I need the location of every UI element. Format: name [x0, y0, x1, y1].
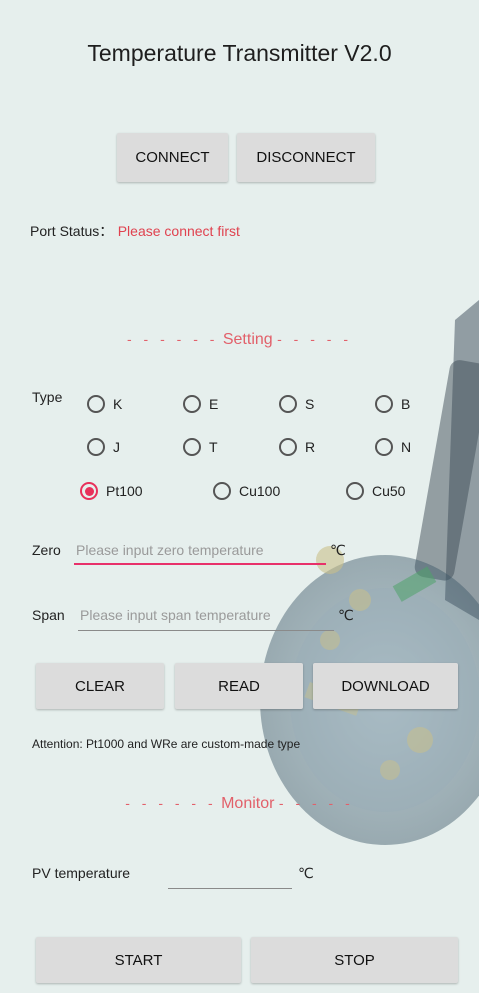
type-label: Type — [32, 389, 63, 405]
type-radio-cu50[interactable]: Cu50 — [346, 482, 405, 500]
port-status-value: Please connect first — [117, 223, 240, 239]
monitor-header-label: Monitor — [221, 795, 275, 812]
radio-circle — [279, 438, 297, 456]
type-radio-pt100[interactable]: Pt100 — [80, 482, 143, 500]
zero-input[interactable]: Please input zero temperature — [76, 542, 326, 558]
stop-button[interactable]: STOP — [251, 937, 458, 983]
type-radio-e[interactable]: E — [183, 395, 218, 413]
span-label: Span — [32, 607, 65, 623]
radio-label: B — [401, 396, 411, 412]
monitor-section-header: - - - - - - Monitor - - - - - — [0, 795, 479, 813]
pv-temperature-label: PV temperature — [32, 865, 131, 881]
start-button[interactable]: START — [36, 937, 241, 983]
type-radio-b[interactable]: B — [375, 395, 410, 413]
span-unit: ℃ — [338, 607, 354, 623]
divider: - - - - - — [278, 795, 354, 811]
radio-circle — [279, 395, 297, 413]
radio-circle — [183, 438, 201, 456]
radio-label: Pt100 — [106, 483, 143, 499]
radio-label: E — [209, 396, 219, 412]
type-radio-n[interactable]: N — [375, 438, 411, 456]
clear-button[interactable]: CLEAR — [36, 663, 164, 709]
type-radio-s[interactable]: S — [279, 395, 314, 413]
disconnect-button[interactable]: DISCONNECT — [237, 133, 375, 182]
type-radio-cu100[interactable]: Cu100 — [213, 482, 280, 500]
type-radio-t[interactable]: T — [183, 438, 218, 456]
radio-circle — [213, 482, 231, 500]
radio-circle — [346, 482, 364, 500]
radio-label: S — [305, 396, 315, 412]
radio-circle — [87, 395, 105, 413]
zero-label: Zero — [32, 542, 61, 558]
divider: - - - - - - — [126, 331, 219, 347]
download-button[interactable]: DOWNLOAD — [313, 663, 458, 709]
connect-button[interactable]: CONNECT — [117, 133, 228, 182]
radio-label: N — [401, 439, 412, 455]
radio-label: Cu50 — [372, 483, 406, 499]
radio-circle — [375, 395, 393, 413]
divider: - - - - - — [277, 331, 352, 347]
setting-header-label: Setting — [222, 331, 273, 348]
radio-label: R — [305, 439, 316, 455]
read-button[interactable]: READ — [175, 663, 303, 709]
radio-label: J — [113, 439, 120, 455]
radio-circle — [87, 438, 105, 456]
zero-unit: ℃ — [330, 542, 346, 558]
setting-section-header: - - - - - - Setting - - - - - — [0, 331, 479, 349]
port-status: Port Status： Please connect first — [30, 221, 240, 241]
type-radio-j[interactable]: J — [87, 438, 120, 456]
type-radio-r[interactable]: R — [279, 438, 315, 456]
radio-label: T — [209, 439, 218, 455]
page-title: Temperature Transmitter V2.0 — [87, 40, 392, 66]
radio-label: Cu100 — [239, 483, 281, 499]
span-input[interactable]: Please input span temperature — [80, 607, 335, 623]
span-input-underline — [78, 630, 334, 631]
zero-input-underline — [74, 563, 326, 565]
pv-temperature-unit: ℃ — [298, 865, 314, 881]
radio-circle — [183, 395, 201, 413]
radio-label: K — [113, 396, 123, 412]
pv-temperature-underline — [168, 888, 292, 889]
radio-circle-selected — [80, 482, 98, 500]
type-radio-k[interactable]: K — [87, 395, 122, 413]
port-status-label: Port Status： — [30, 223, 114, 239]
radio-circle — [375, 438, 393, 456]
divider: - - - - - - — [125, 795, 217, 811]
attention-note: Attention: Pt1000 and WRe are custom-mad… — [32, 737, 301, 751]
